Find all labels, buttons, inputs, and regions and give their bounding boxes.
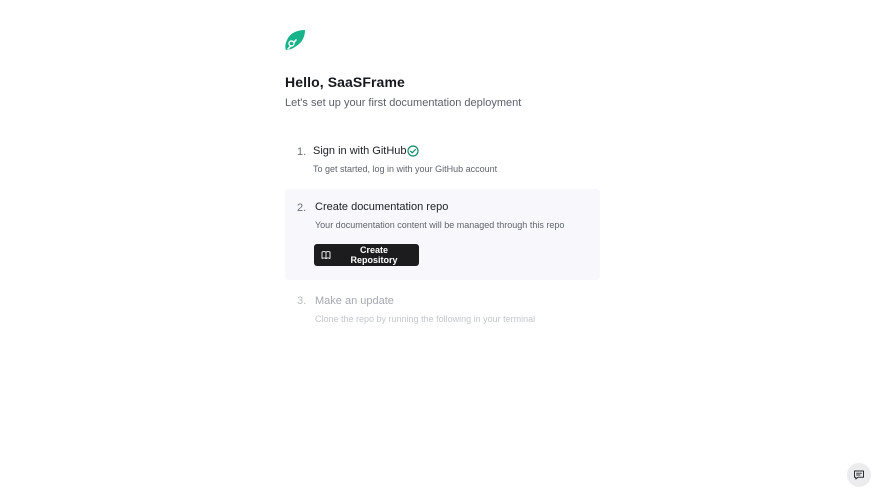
step-number: 2. bbox=[297, 202, 307, 214]
create-repository-button[interactable]: Create Repository bbox=[314, 244, 419, 266]
chat-feedback-icon bbox=[853, 469, 865, 481]
feedback-button[interactable] bbox=[847, 463, 871, 487]
step-description: To get started, log in with your GitHub … bbox=[313, 164, 498, 174]
brand-logo-icon bbox=[284, 29, 306, 51]
step-description: Your documentation content will be manag… bbox=[315, 220, 565, 230]
step-make-update: 3. Make an update Clone the repo by runn… bbox=[285, 290, 600, 334]
step-number: 3. bbox=[297, 295, 307, 307]
create-repository-label: Create Repository bbox=[350, 245, 398, 265]
page-subtitle: Let's set up your first documentation de… bbox=[285, 97, 522, 109]
step-sign-in-github: 1. Sign in with GitHub To get started, l… bbox=[285, 140, 600, 184]
step-create-repo: 2. Create documentation repo Your docume… bbox=[285, 189, 600, 280]
page-title: Hello, SaaSFrame bbox=[285, 74, 405, 90]
onboarding-page: Hello, SaaSFrame Let's set up your first… bbox=[0, 0, 885, 502]
step-title: Create documentation repo bbox=[315, 201, 449, 213]
check-circle-icon bbox=[407, 144, 419, 157]
step-description: Clone the repo by running the following … bbox=[315, 314, 536, 324]
step-title: Make an update bbox=[315, 295, 394, 307]
step-title: Sign in with GitHub bbox=[313, 145, 407, 157]
step-number: 1. bbox=[297, 146, 307, 158]
book-icon bbox=[321, 250, 331, 260]
